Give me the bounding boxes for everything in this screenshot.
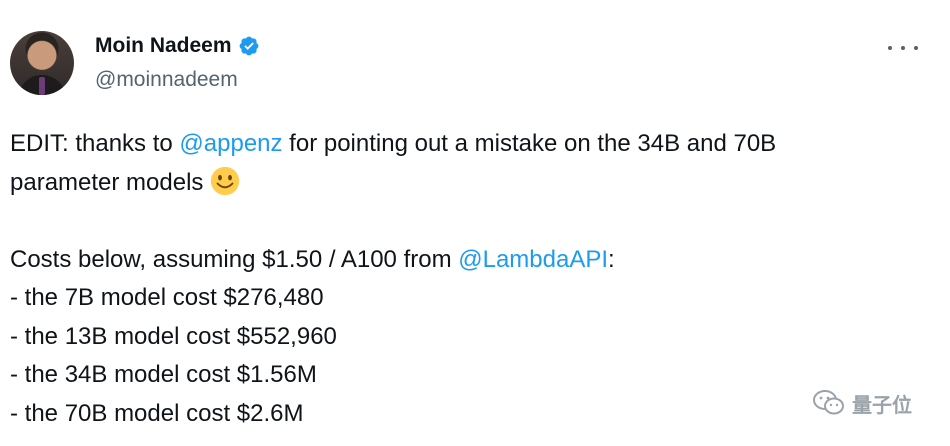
- text-segment: EDIT: thanks to: [10, 130, 180, 157]
- author-display-name[interactable]: Moin Nadeem: [95, 34, 232, 58]
- tweet-text: EDIT: thanks to @appenz for pointing out…: [10, 125, 930, 433]
- mention-link-appenz[interactable]: @appenz: [179, 130, 282, 157]
- cost-bullet: - the 7B model cost $276,480: [10, 284, 324, 311]
- author-handle[interactable]: @moinnadeem: [95, 68, 238, 92]
- cost-bullet: - the 70B model cost $2.6M: [10, 399, 304, 427]
- more-dot: [914, 46, 918, 50]
- watermark-text: 量子位: [852, 394, 912, 417]
- slightly-smiling-face-emoji: [210, 166, 240, 195]
- more-dot: [901, 46, 905, 50]
- tweet-line: parameter models: [10, 164, 930, 203]
- text-segment: for pointing out a mistake on the 34B an…: [282, 130, 777, 157]
- cost-bullet: - the 13B model cost $552,960: [10, 322, 337, 350]
- more-options-icon[interactable]: [888, 38, 918, 58]
- text-segment: :: [608, 245, 615, 273]
- wechat-logo-icon: [813, 390, 844, 415]
- text-segment: parameter models: [10, 168, 204, 196]
- more-dot: [888, 46, 892, 50]
- text-segment: Costs below, assuming $1.50 / A100 from: [10, 245, 459, 273]
- author-avatar[interactable]: [10, 31, 74, 95]
- author-name-row[interactable]: Moin Nadeem: [95, 34, 260, 58]
- watermark: 量子位: [812, 388, 912, 418]
- mention-link-lambdaapi[interactable]: @LambdaAPI: [458, 246, 608, 273]
- verified-badge-icon: [239, 36, 258, 56]
- cost-bullet: - the 34B model cost $1.56M: [10, 361, 317, 388]
- tweet-line: EDIT: thanks to @appenz for pointing out…: [10, 125, 930, 164]
- tweet-line: Costs below, assuming $1.50 / A100 from …: [10, 241, 930, 280]
- avatar-tie: [39, 77, 45, 95]
